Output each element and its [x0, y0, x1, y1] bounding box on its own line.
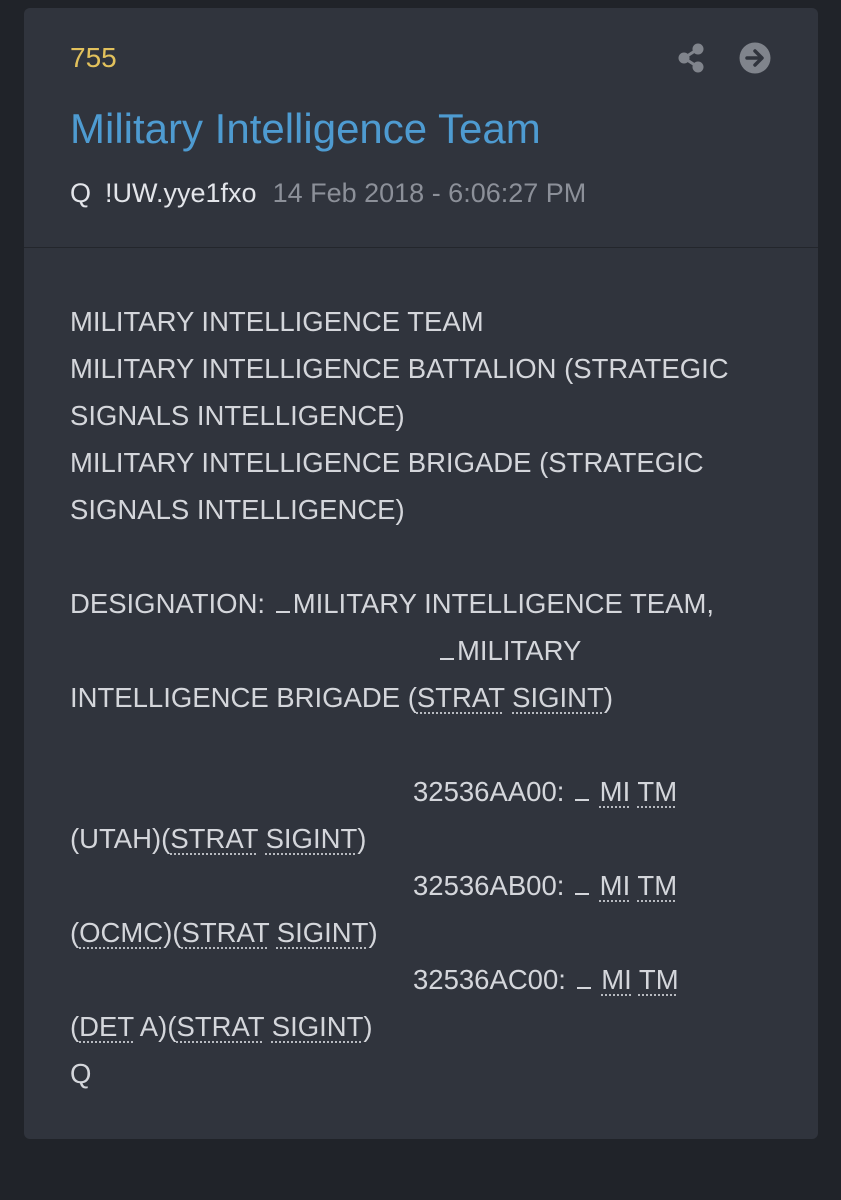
abbr-sigint: SIGINT [271, 1011, 364, 1042]
unit-location-line: (DET A)(STRAT SIGINT) [70, 1011, 373, 1042]
abbr-strat: STRAT [176, 1011, 265, 1042]
body-line: SIGNALS INTELLIGENCE) [70, 400, 405, 431]
abbr-tm: TM [637, 776, 678, 807]
unit-location-line: (OCMC)(STRAT SIGINT) [70, 917, 378, 948]
body-line: MILITARY INTELLIGENCE BRIGADE (STRATEGIC [70, 447, 704, 478]
post-card: 755 Military Intelligence Team Q !UW.yye1… [24, 8, 818, 1139]
unit-code-line: 32536AB00: MI TM [70, 862, 790, 909]
unit-code: 32536AB00: [413, 870, 573, 901]
abbr-strat: STRAT [170, 823, 258, 854]
author-name: Q [70, 178, 92, 208]
body-line: SIGNALS INTELLIGENCE) [70, 494, 405, 525]
abbr-mi: MI [599, 776, 631, 807]
unit-code-line: 32536AC00: MI TM [70, 956, 790, 1003]
designation-text: INTELLIGENCE BRIGADE ( [70, 682, 417, 713]
unit-code: 32536AC00: [413, 964, 574, 995]
abbr-tm: TM [637, 870, 678, 901]
blank-underscore [575, 873, 590, 895]
unit-code: 32536AA00: [413, 776, 573, 807]
abbr-sigint: SIGINT [265, 823, 358, 854]
signature: Q [70, 1058, 92, 1089]
share-icon [678, 43, 704, 73]
body-line: MILITARY INTELLIGENCE BATTALION (STRATEG… [70, 353, 729, 384]
designation-text: MILITARY [457, 635, 582, 666]
blank-underscore [275, 591, 290, 613]
abbr-mi: MI [601, 964, 632, 995]
post-body: MILITARY INTELLIGENCE TEAM MILITARY INTE… [70, 298, 790, 1097]
abbr-det: DET [79, 1011, 134, 1042]
post-header: 755 Military Intelligence Team Q !UW.yye1… [24, 8, 818, 248]
share-button[interactable] [674, 41, 708, 75]
unit-location: UTAH [79, 823, 152, 854]
designation-line: DESIGNATION: MILITARY INTELLIGENCE TEAM, [70, 580, 790, 627]
blank-underscore [440, 638, 454, 660]
abbr-strat: STRAT [181, 917, 270, 948]
abbr-mi: MI [599, 870, 631, 901]
tripcode: !UW.yye1fxo [105, 178, 257, 208]
designation-label: DESIGNATION: [70, 588, 273, 619]
designation-line: MILITARY [70, 627, 790, 674]
unit-code-line: 32536AA00: MI TM [70, 768, 790, 815]
abbr-ocmc: OCMC [79, 917, 164, 948]
abbr-tm: TM [638, 964, 679, 995]
arrow-right-circle-icon [739, 42, 771, 74]
post-number: 755 [70, 42, 117, 73]
abbr-sigint: SIGINT [512, 682, 604, 713]
designation-text: MILITARY INTELLIGENCE TEAM, [292, 588, 714, 619]
blank-underscore [575, 779, 590, 801]
abbr-sigint: SIGINT [276, 917, 369, 948]
unit-location: A [133, 1011, 159, 1042]
post-title[interactable]: Military Intelligence Team [70, 105, 541, 153]
post-timestamp: 14 Feb 2018 - 6:06:27 PM [272, 178, 587, 208]
blank-underscore [576, 967, 591, 989]
unit-location-line: (UTAH)(STRAT SIGINT) [70, 823, 367, 854]
post-byline: Q !UW.yye1fxo 14 Feb 2018 - 6:06:27 PM [70, 178, 586, 209]
abbr-strat: STRAT [416, 682, 505, 713]
go-to-post-button[interactable] [738, 41, 772, 75]
body-line: MILITARY INTELLIGENCE TEAM [70, 306, 484, 337]
designation-line: INTELLIGENCE BRIGADE (STRAT SIGINT) [70, 682, 613, 713]
